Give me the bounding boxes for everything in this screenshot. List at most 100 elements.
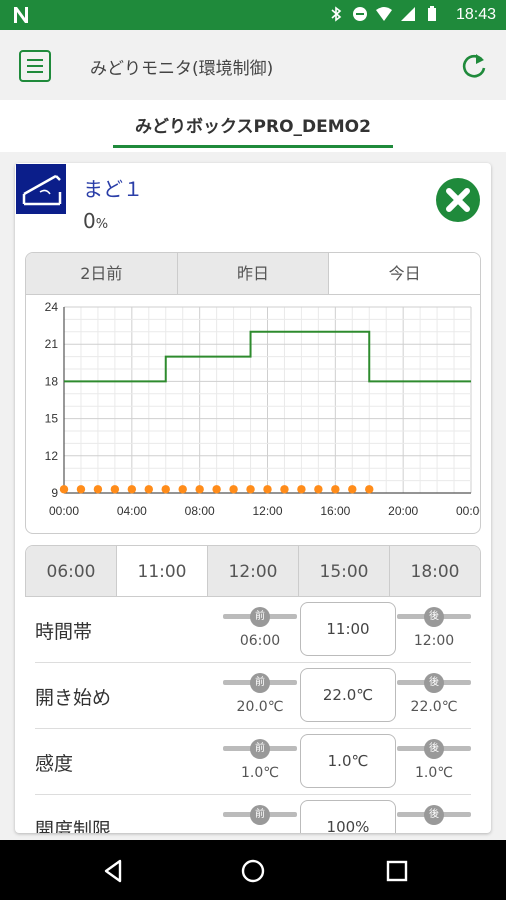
data-point [331,485,340,494]
data-point [76,485,86,494]
y-tick-label: 18 [45,374,59,388]
menu-button[interactable] [19,50,51,82]
setting-label: 感度 [35,753,74,775]
device-value-number: 0 [83,209,96,233]
data-point [144,485,153,494]
y-tick-label: 9 [51,486,58,500]
device-name: まど１ [83,177,143,201]
prev-value: 20.0℃ [236,699,284,715]
slider-knob[interactable]: 前 [250,673,270,693]
y-tick-label: 24 [45,300,59,314]
data-point [263,485,272,494]
data-point [365,485,374,494]
value-box[interactable]: 1.0℃ [300,734,396,788]
prev-slider[interactable]: 前 06:00 [223,603,297,653]
settings-list: 時間帯 前 06:00 11:00 後 12:00 開き始め 前 20.0℃ 2… [25,597,481,833]
data-point [161,485,170,494]
slider-knob[interactable]: 前 [250,805,270,825]
next-value: 1.0℃ [415,765,453,781]
n-notification-icon [14,7,28,23]
data-point [348,485,357,494]
device-card: まど１ 0% 2日前 昨日 今日 9 12 15 18 21 24 00:00 04:00 08… [15,163,491,833]
setting-row-sensitivity: 感度 前 1.0℃ 1.0℃ 後 1.0℃ [25,729,481,795]
data-point [93,485,103,494]
back-icon[interactable] [100,858,126,884]
x-tick-label: 00:00 [49,504,79,518]
x-tick-label: 12:00 [252,504,282,518]
data-point [178,485,187,494]
data-point [110,485,120,494]
setting-label: 時間帯 [35,621,93,643]
next-value: 22.0℃ [410,699,458,715]
refresh-icon[interactable] [458,50,490,82]
slider-knob[interactable]: 前 [250,739,270,759]
slider-knob[interactable]: 前 [250,607,270,627]
setting-row-time-period: 時間帯 前 06:00 11:00 後 12:00 [25,597,481,663]
x-tick-label: 16:00 [320,504,350,518]
y-tick-label: 21 [45,337,59,351]
battery-icon [424,6,440,22]
setting-row-opening-limit: 開度制限 前 100% 後 [25,795,481,833]
data-point [195,485,204,494]
time-tabs: 06:00 11:00 12:00 15:00 18:00 [25,545,481,597]
app-bar: みどりモニタ(環境制御) [0,30,506,100]
home-icon[interactable] [240,858,266,884]
data-point [59,485,69,494]
prev-slider[interactable]: 前 20.0℃ [223,669,297,719]
do-not-disturb-icon [352,6,368,22]
bluetooth-icon [328,6,344,22]
slider-knob[interactable]: 後 [424,805,444,825]
next-slider[interactable]: 後 1.0℃ [397,735,471,785]
setting-label: 開き始め [35,687,112,709]
chart-panel: 2日前 昨日 今日 9 12 15 18 21 24 00:00 04:00 08:00 12:0… [25,252,481,534]
next-slider[interactable]: 後 [397,801,471,833]
value-box[interactable]: 11:00 [300,602,396,656]
x-tick-label: 00:00 [456,504,481,518]
prev-value: 06:00 [239,633,281,649]
data-point [297,485,306,494]
next-slider[interactable]: 後 12:00 [397,603,471,653]
value-box[interactable]: 100% [300,800,396,833]
signal-icon [400,6,416,22]
slider-knob[interactable]: 後 [424,739,444,759]
x-tick-label: 04:00 [117,504,147,518]
tab-time-1200[interactable]: 12:00 [208,546,299,597]
tab-time-1100[interactable]: 11:00 [117,546,208,597]
slider-knob[interactable]: 後 [424,607,444,627]
recents-icon[interactable] [384,858,410,884]
y-tick-label: 15 [45,412,59,426]
prev-slider[interactable]: 前 [223,801,297,833]
value-box[interactable]: 22.0℃ [300,668,396,722]
line-chart: 9 12 15 18 21 24 00:00 04:00 08:00 12:00 16:00 20:0… [45,300,481,518]
next-slider[interactable]: 後 22.0℃ [397,669,471,719]
prev-slider[interactable]: 前 1.0℃ [223,735,297,785]
x-tick-label: 20:00 [388,504,418,518]
tab-time-1800[interactable]: 18:00 [390,546,480,597]
close-icon[interactable] [435,177,481,223]
data-point [127,485,137,494]
wifi-icon [376,6,392,22]
tab-time-0600[interactable]: 06:00 [26,546,117,597]
prev-value: 1.0℃ [241,765,279,781]
device-value-unit: % [95,217,109,232]
slider-knob[interactable]: 後 [424,673,444,693]
data-point [229,485,238,494]
tab-yesterday[interactable]: 昨日 [177,253,330,294]
status-bar: 18:43 [0,0,506,30]
window-vent-icon [16,164,66,214]
app-title: みどりモニタ(環境制御) [90,59,274,79]
tab-time-1500[interactable]: 15:00 [299,546,390,597]
status-time: 18:43 [455,6,496,23]
data-point [280,485,289,494]
device-tab[interactable]: みどりボックスPRO_DEMO2 [0,112,506,137]
tab-two-days-ago[interactable]: 2日前 [26,253,178,294]
device-tab-bar: みどりボックスPRO_DEMO2 [0,100,506,152]
device-value: 0% [83,209,108,233]
data-point [246,485,255,494]
setting-row-open-start: 開き始め 前 20.0℃ 22.0℃ 後 22.0℃ [25,663,481,729]
setting-label: 開度制限 [35,819,112,833]
data-point [314,485,323,494]
tab-today[interactable]: 今日 [329,253,480,294]
y-tick-label: 12 [45,449,59,463]
navigation-bar [0,840,506,900]
